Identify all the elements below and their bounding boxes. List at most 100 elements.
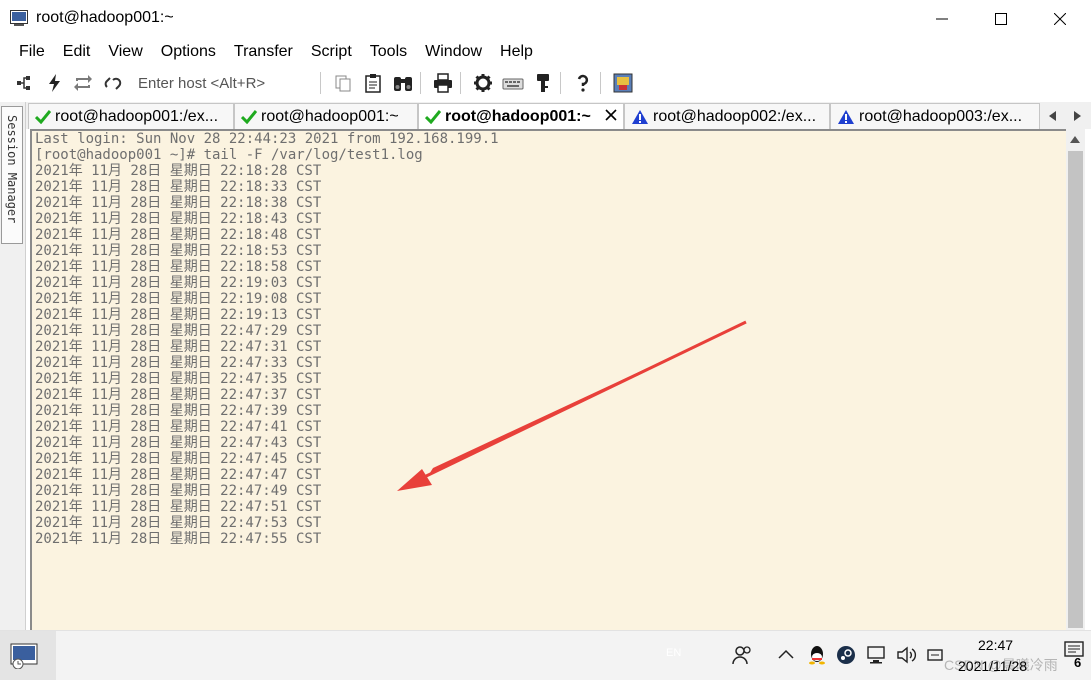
menu-script[interactable]: Script: [302, 39, 361, 65]
print-icon: [434, 73, 452, 93]
terminal-line: 2021年 11月 28日 星期日 22:18:28 CST: [35, 163, 322, 179]
close-window-button[interactable]: [1038, 4, 1082, 34]
tab-hadoop003-ex[interactable]: root@hadoop003:/ex...: [830, 103, 1040, 129]
menu-bar: File Edit View Options Transfer Script T…: [0, 38, 1091, 66]
clock-time[interactable]: 22:47: [978, 637, 1013, 653]
session-tab-bar: root@hadoop001:/ex... root@hadoop001:~ r…: [26, 102, 1091, 129]
toolbar: [0, 66, 1091, 100]
terminal-output: Last login: Sun Nov 28 22:44:23 2021 fro…: [35, 131, 499, 547]
copy-button[interactable]: [332, 72, 354, 94]
keymap-button[interactable]: [502, 72, 524, 94]
warning-icon: [632, 109, 648, 124]
menu-help[interactable]: Help: [491, 39, 542, 65]
chevron-up-icon: [778, 649, 794, 659]
key-agent-button[interactable]: [532, 72, 554, 94]
tab-scroll-left-button[interactable]: [1046, 108, 1060, 124]
menu-file[interactable]: File: [10, 39, 54, 65]
terminal-line: 2021年 11月 28日 星期日 22:18:33 CST: [35, 179, 322, 195]
keymap-icon: [502, 78, 524, 90]
toolbar-separator: [460, 72, 461, 94]
connect-icon: [17, 76, 30, 90]
scroll-up-icon[interactable]: [1070, 135, 1080, 143]
help-icon: [577, 74, 589, 92]
toolbar-separator: [560, 72, 561, 94]
qq-tray-button[interactable]: [808, 645, 826, 665]
session-manager-tab[interactable]: Session Manager: [1, 106, 23, 244]
menu-transfer[interactable]: Transfer: [225, 39, 302, 65]
title-bar: root@hadoop001:~: [0, 0, 1091, 38]
quick-connect-lightning-icon: [49, 74, 60, 92]
maximize-button[interactable]: [979, 4, 1023, 34]
sftp-button[interactable]: [612, 72, 634, 94]
qq-icon: [809, 646, 825, 665]
menu-tools[interactable]: Tools: [361, 39, 416, 65]
terminal-line: 2021年 11月 28日 星期日 22:47:55 CST: [35, 531, 322, 547]
session-manager-panel: Session Manager: [0, 102, 26, 630]
terminal-line: Last login: Sun Nov 28 22:44:23 2021 fro…: [35, 131, 499, 147]
show-hidden-icons-button[interactable]: [778, 649, 794, 659]
clock-date[interactable]: 2021/11/28: [958, 658, 1027, 674]
tab-label: root@hadoop001:~: [445, 107, 591, 125]
menu-options[interactable]: Options: [152, 39, 225, 65]
maximize-icon: [995, 13, 1007, 25]
terminal-line: 2021年 11月 28日 星期日 22:19:08 CST: [35, 291, 322, 307]
reconnect-button[interactable]: [72, 72, 94, 94]
terminal-line: 2021年 11月 28日 星期日 22:18:38 CST: [35, 195, 322, 211]
check-icon: [35, 109, 51, 124]
terminal-line: 2021年 11月 28日 星期日 22:47:29 CST: [35, 323, 322, 339]
terminal-line: 2021年 11月 28日 星期日 22:18:48 CST: [35, 227, 322, 243]
people-button[interactable]: [732, 645, 754, 665]
tab-label: root@hadoop002:/ex...: [653, 107, 817, 125]
tab-hadoop001-ex[interactable]: root@hadoop001:/ex...: [28, 103, 234, 129]
paste-icon: [365, 74, 381, 93]
sftp-icon: [613, 73, 633, 93]
steam-icon: [837, 646, 855, 664]
terminal-scrollbar[interactable]: [1066, 129, 1085, 630]
find-button[interactable]: [392, 72, 414, 94]
print-button[interactable]: [432, 72, 454, 94]
terminal-line: [root@hadoop001 ~]# tail -F /var/log/tes…: [35, 147, 423, 163]
menu-window[interactable]: Window: [416, 39, 491, 65]
menu-view[interactable]: View: [99, 39, 151, 65]
triangle-right-icon: [1074, 111, 1081, 121]
terminal-line: 2021年 11月 28日 星期日 22:47:53 CST: [35, 515, 322, 531]
minimize-icon: [936, 18, 948, 20]
terminal-line: 2021年 11月 28日 星期日 22:47:51 CST: [35, 499, 322, 515]
steam-tray-button[interactable]: [836, 645, 856, 665]
people-icon: [732, 646, 751, 665]
terminal-line: 2021年 11月 28日 星期日 22:47:37 CST: [35, 387, 322, 403]
tab-scroll-right-button[interactable]: [1070, 108, 1084, 124]
help-button[interactable]: [572, 72, 594, 94]
minimize-button[interactable]: [920, 4, 964, 34]
terminal-line: 2021年 11月 28日 星期日 22:19:13 CST: [35, 307, 322, 323]
terminal-line: 2021年 11月 28日 星期日 22:18:58 CST: [35, 259, 322, 275]
key-icon: [537, 74, 549, 92]
terminal-line: 2021年 11月 28日 星期日 22:47:41 CST: [35, 419, 322, 435]
menu-edit[interactable]: Edit: [54, 39, 100, 65]
enter-host-input[interactable]: [132, 71, 310, 95]
tab-hadoop002-ex[interactable]: root@hadoop002:/ex...: [624, 103, 830, 129]
paste-button[interactable]: [362, 72, 384, 94]
disconnect-button[interactable]: [102, 72, 124, 94]
warning-icon: [838, 109, 854, 124]
session-options-button[interactable]: [472, 72, 494, 94]
network-icon: [867, 646, 885, 664]
close-icon: [1054, 13, 1066, 25]
scrollbar-thumb[interactable]: [1068, 151, 1083, 628]
input-language[interactable]: EN: [666, 647, 681, 659]
terminal-line: 2021年 11月 28日 星期日 22:47:31 CST: [35, 339, 322, 355]
volume-tray-button[interactable]: [896, 645, 918, 665]
close-tab-icon[interactable]: [605, 109, 617, 121]
taskbar: EN CSDN @晨曦冷雨 22:47 2021/11/28 6: [0, 630, 1091, 680]
terminal-view[interactable]: Last login: Sun Nov 28 22:44:23 2021 fro…: [30, 129, 1066, 630]
tab-hadoop001-home[interactable]: root@hadoop001:~: [234, 103, 418, 129]
check-icon: [425, 109, 441, 124]
terminal-line: 2021年 11月 28日 星期日 22:47:49 CST: [35, 483, 322, 499]
triangle-left-icon: [1049, 111, 1056, 121]
quick-connect-button[interactable]: [44, 72, 66, 94]
reconnect-icon: [74, 75, 92, 91]
connect-button[interactable]: [14, 72, 36, 94]
network-tray-button[interactable]: [866, 645, 888, 665]
taskbar-app-securecrt[interactable]: [0, 631, 56, 680]
tab-hadoop001-home-active[interactable]: root@hadoop001:~: [418, 103, 624, 129]
